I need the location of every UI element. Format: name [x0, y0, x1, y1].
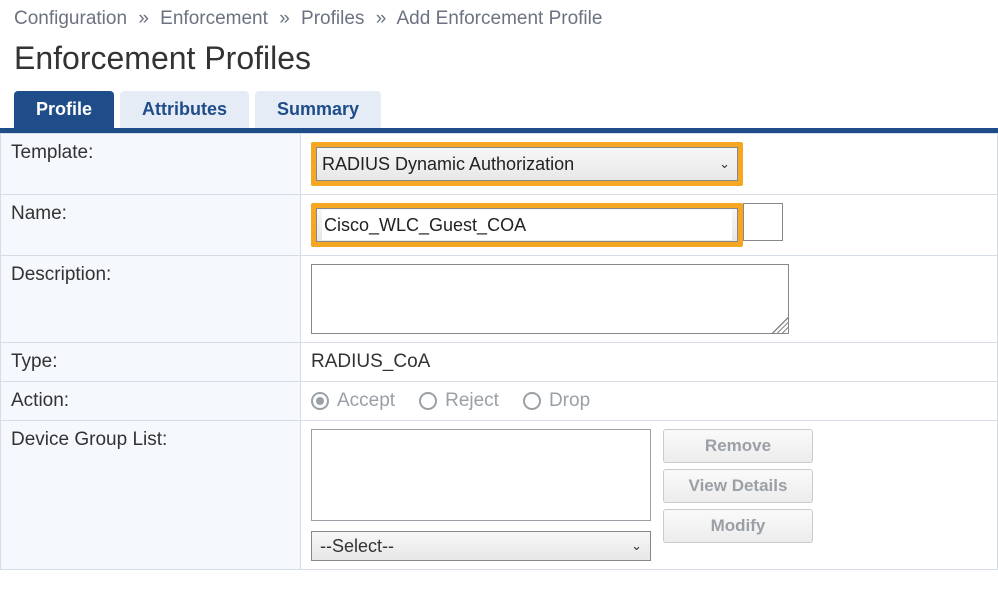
modify-button[interactable]: Modify — [663, 509, 813, 543]
breadcrumb-item[interactable]: Configuration — [14, 8, 127, 29]
breadcrumb: Configuration » Enforcement » Profiles »… — [0, 0, 998, 30]
action-radio-accept[interactable] — [311, 392, 329, 410]
view-details-button[interactable]: View Details — [663, 469, 813, 503]
action-radio-reject[interactable] — [419, 392, 437, 410]
template-label: Template: — [1, 134, 301, 195]
action-option-accept: Accept — [337, 390, 395, 412]
device-group-select-value: --Select-- — [320, 536, 394, 557]
chevron-down-icon: ⌄ — [631, 538, 642, 554]
breadcrumb-item[interactable]: Enforcement — [160, 8, 268, 29]
action-radio-drop[interactable] — [523, 392, 541, 410]
description-textarea[interactable] — [311, 264, 789, 334]
breadcrumb-sep: » — [376, 8, 387, 29]
page-title: Enforcement Profiles — [0, 30, 998, 91]
template-select[interactable]: RADIUS Dynamic Authorization ⌄ — [322, 149, 732, 179]
form-table: Template: RADIUS Dynamic Authorization ⌄… — [0, 133, 998, 570]
type-value: RADIUS_CoA — [301, 343, 998, 382]
tab-summary[interactable]: Summary — [255, 91, 381, 128]
description-label: Description: — [1, 256, 301, 343]
remove-button[interactable]: Remove — [663, 429, 813, 463]
action-label: Action: — [1, 382, 301, 421]
name-input[interactable]: Cisco_WLC_Guest_COA — [322, 210, 732, 240]
action-radio-group: Accept Reject Drop — [311, 390, 987, 412]
device-group-select[interactable]: --Select-- ⌄ — [311, 531, 651, 561]
tab-profile[interactable]: Profile — [14, 91, 114, 128]
tabs: Profile Attributes Summary — [0, 91, 998, 133]
action-option-drop: Drop — [549, 390, 590, 412]
breadcrumb-sep: » — [279, 8, 290, 29]
resize-handle-icon[interactable] — [772, 317, 788, 333]
breadcrumb-item[interactable]: Profiles — [301, 8, 364, 29]
device-group-listbox[interactable] — [311, 429, 651, 521]
chevron-down-icon: ⌄ — [719, 156, 730, 172]
template-highlight: RADIUS Dynamic Authorization ⌄ — [311, 142, 743, 186]
dgl-label: Device Group List: — [1, 421, 301, 570]
type-label: Type: — [1, 343, 301, 382]
breadcrumb-item[interactable]: Add Enforcement Profile — [397, 8, 603, 29]
breadcrumb-sep: » — [138, 8, 149, 29]
name-highlight: Cisco_WLC_Guest_COA — [311, 203, 743, 247]
tab-attributes[interactable]: Attributes — [120, 91, 249, 128]
action-option-reject: Reject — [445, 390, 499, 412]
name-field-extension[interactable] — [743, 203, 783, 241]
name-label: Name: — [1, 195, 301, 256]
template-select-value: RADIUS Dynamic Authorization — [322, 154, 574, 175]
